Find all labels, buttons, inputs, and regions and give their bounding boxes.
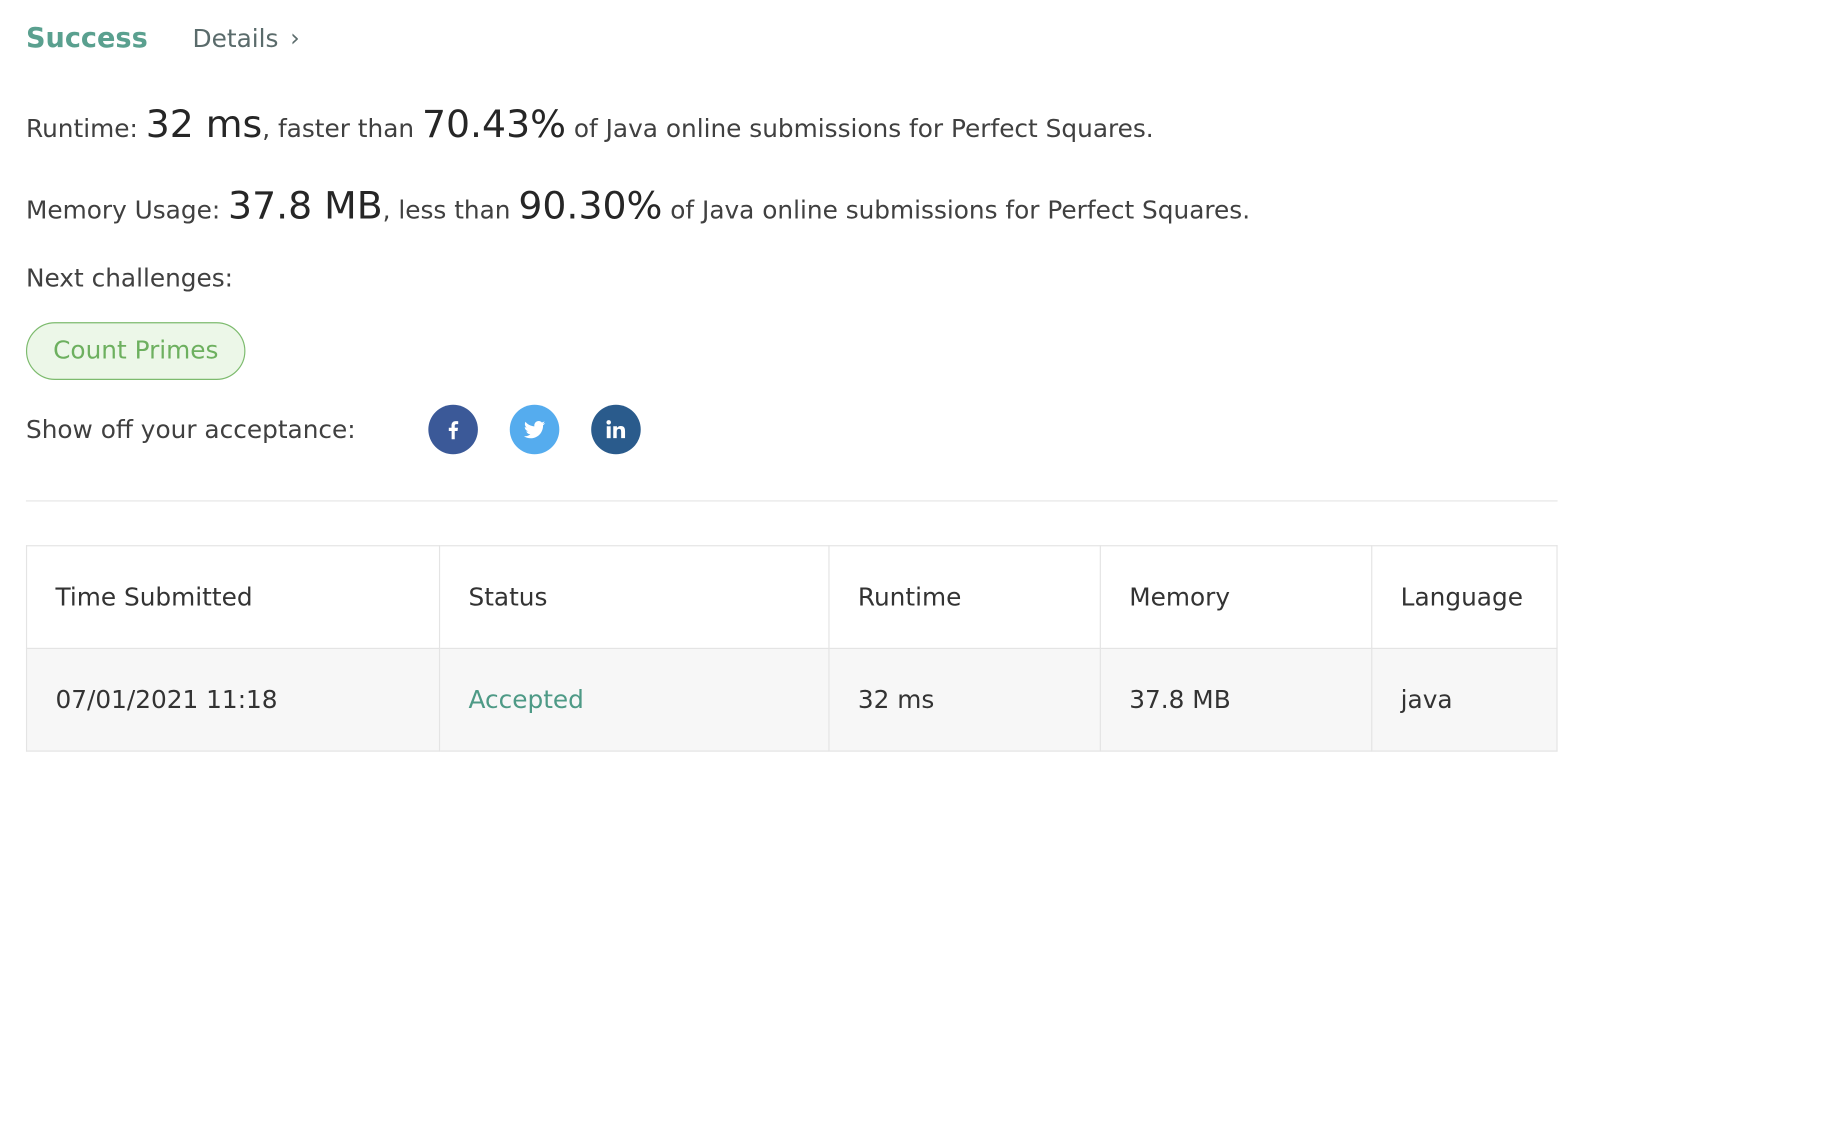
- challenge-count-primes[interactable]: Count Primes: [25, 322, 246, 380]
- section-divider: [25, 500, 1558, 502]
- runtime-stat: Runtime: 32 ms, faster than 70.43% of Ja…: [26, 101, 1558, 146]
- table-header-row: Time Submitted Status Runtime Memory Lan…: [25, 545, 1558, 649]
- result-header: Success Details ›: [26, 24, 1558, 71]
- facebook-share-button[interactable]: [428, 404, 478, 455]
- linkedin-share-button[interactable]: [591, 404, 641, 455]
- cell-language: java: [1371, 647, 1558, 752]
- column-header-status: Status: [438, 545, 830, 649]
- facebook-icon: [448, 421, 459, 440]
- cell-runtime: 32 ms: [828, 647, 1101, 752]
- next-challenges-list: Count Primes: [25, 293, 1558, 380]
- runtime-compare-text: , faster than: [262, 114, 422, 143]
- accepted-status-link[interactable]: Accepted: [468, 686, 583, 714]
- twitter-share-button[interactable]: [509, 404, 560, 455]
- cell-status: Accepted: [438, 647, 830, 752]
- runtime-value: 32 ms: [145, 101, 263, 147]
- twitter-icon: [523, 421, 546, 439]
- memory-value: 37.8 MB: [228, 182, 383, 228]
- memory-stat: Memory Usage: 37.8 MB, less than 90.30% …: [26, 183, 1558, 228]
- submissions-table: Time Submitted Status Runtime Memory Lan…: [25, 545, 1558, 752]
- runtime-label: Runtime:: [25, 114, 146, 143]
- memory-percent: 90.30%: [518, 182, 663, 228]
- linkedin-icon: [606, 420, 626, 439]
- share-label: Show off your acceptance:: [25, 415, 356, 444]
- details-link[interactable]: Details ›: [192, 23, 300, 54]
- table-row: 07/01/2021 11:18 Accepted 32 ms 37.8 MB …: [25, 647, 1558, 752]
- result-panel: Success Details › Runtime: 32 ms, faster…: [25, 24, 1558, 752]
- cell-memory: 37.8 MB: [1099, 647, 1373, 752]
- chevron-right-icon: ›: [290, 23, 300, 52]
- cell-time-submitted: 07/01/2021 11:18: [25, 647, 441, 752]
- runtime-percent: 70.43%: [421, 101, 566, 147]
- page-content: Success Details › Runtime: 32 ms, faster…: [0, 0, 1840, 1127]
- column-header-runtime: Runtime: [828, 545, 1101, 649]
- share-row: Show off your acceptance:: [26, 404, 1558, 456]
- success-status: Success: [25, 23, 148, 55]
- memory-compare-text: , less than: [382, 195, 519, 225]
- details-label: Details: [192, 24, 279, 54]
- column-header-memory: Memory: [1099, 545, 1373, 649]
- column-header-time-submitted: Time Submitted: [25, 545, 441, 649]
- next-challenges-label: Next challenges:: [25, 264, 234, 293]
- memory-suffix: of Java online submissions for Perfect S…: [662, 195, 1251, 225]
- runtime-suffix: of Java online submissions for Perfect S…: [565, 114, 1154, 143]
- memory-label: Memory Usage:: [25, 195, 229, 225]
- column-header-language: Language: [1371, 545, 1558, 649]
